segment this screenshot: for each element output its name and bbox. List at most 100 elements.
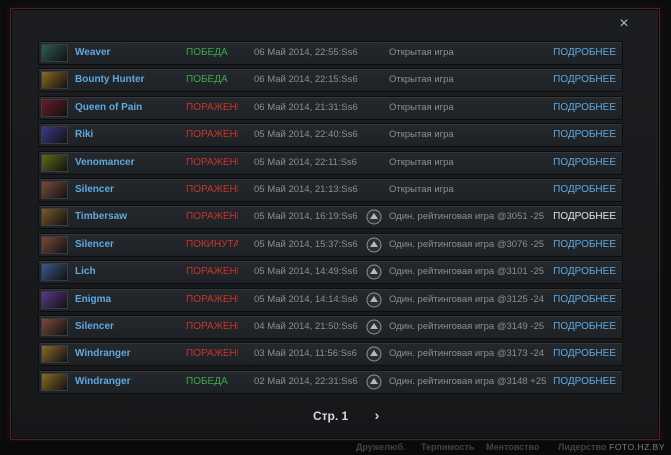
match-row[interactable]: Windranger ПОБЕДА 02 Май 2014, 22:31:Ss6 Од… xyxy=(38,370,623,394)
hero-name-link[interactable]: Silencer xyxy=(75,239,175,250)
match-row[interactable]: Silencer ПОРАЖЕНИ 04 Май 2014, 21:50:Ss6 Од… xyxy=(38,315,623,339)
ranked-icon xyxy=(366,374,382,390)
match-date: 06 Май 2014, 22:55:Ss6 xyxy=(254,47,358,58)
details-link[interactable]: ПОДРОБНЕЕ xyxy=(553,47,616,58)
ranked-icon xyxy=(366,209,382,225)
match-date: 05 Май 2014, 16:19:Ss6 xyxy=(254,211,358,222)
hero-portrait xyxy=(41,154,68,172)
match-date: 05 Май 2014, 14:49:Ss6 xyxy=(254,266,358,277)
hero-portrait xyxy=(41,345,68,363)
game-mode: Открытая игра xyxy=(389,129,454,140)
details-link[interactable]: ПОДРОБНЕЕ xyxy=(553,102,616,113)
match-result: ПОРАЖЕНИ xyxy=(186,184,238,195)
details-link[interactable]: ПОДРОБНЕЕ xyxy=(553,211,616,222)
hero-name-link[interactable]: Riki xyxy=(75,129,175,140)
match-row[interactable]: Silencer ПОРАЖЕНИ 05 Май 2014, 21:13:Ss6 От… xyxy=(38,178,623,202)
game-mode: Открытая игра xyxy=(389,74,454,85)
match-date: 05 Май 2014, 22:40:Ss6 xyxy=(254,129,358,140)
ranked-icon xyxy=(366,264,382,280)
hero-portrait xyxy=(41,263,68,281)
ranked-icon xyxy=(366,237,382,253)
match-result: ПОРАЖЕНИ xyxy=(186,294,238,305)
dialog-corner xyxy=(645,425,660,440)
game-mode: Один. рейтинговая игра @3149 -25 xyxy=(389,321,545,332)
hero-portrait xyxy=(41,71,68,89)
hero-name-link[interactable]: Bounty Hunter xyxy=(75,74,175,85)
game-mode: Один. рейтинговая игра @3101 -25 xyxy=(389,266,545,277)
match-row[interactable]: Windranger ПОРАЖЕНИ 03 Май 2014, 11:56:Ss6… xyxy=(38,342,623,366)
game-mode: Один. рейтинговая игра @3125 -24 xyxy=(389,294,545,305)
details-link[interactable]: ПОДРОБНЕЕ xyxy=(553,266,616,277)
hero-portrait xyxy=(41,208,68,226)
match-result: ПОБЕДА xyxy=(186,376,228,387)
next-page-button[interactable]: › xyxy=(370,407,384,423)
hero-portrait xyxy=(41,318,68,336)
match-result: ПОРАЖЕНИ xyxy=(186,129,238,140)
match-result: ПОРАЖЕНИ xyxy=(186,348,238,359)
match-result: ПОРАЖЕНИ xyxy=(186,266,238,277)
match-date: 05 Май 2014, 21:13:Ss6 xyxy=(254,184,358,195)
bottom-tab-tolerance[interactable]: Терпимость xyxy=(421,442,474,452)
match-date: 06 Май 2014, 21:31:Ss6 xyxy=(254,102,358,113)
match-row[interactable]: Riki ПОРАЖЕНИ 05 Май 2014, 22:40:Ss6 Открыт… xyxy=(38,123,623,147)
dialog-corner xyxy=(10,425,25,440)
match-row[interactable]: Enigma ПОРАЖЕНИ 05 Май 2014, 14:14:Ss6 Один… xyxy=(38,288,623,312)
bottom-tab-mentorship[interactable]: Ментовство xyxy=(486,442,539,452)
bottom-tab-leadership[interactable]: Лидерство xyxy=(558,442,606,452)
page-label: Стр. 1 xyxy=(313,409,349,423)
details-link[interactable]: ПОДРОБНЕЕ xyxy=(553,376,616,387)
hero-name-link[interactable]: Enigma xyxy=(75,294,175,305)
match-result: ПОРАЖЕНИ xyxy=(186,102,238,113)
hero-name-link[interactable]: Windranger xyxy=(75,348,175,359)
hero-name-link[interactable]: Venomancer xyxy=(75,157,175,168)
hero-name-link[interactable]: Timbersaw xyxy=(75,211,175,222)
ranked-icon xyxy=(366,346,382,362)
hero-portrait xyxy=(41,126,68,144)
match-row[interactable]: Silencer ПОКИНУТА 05 Май 2014, 15:37:Ss6 Од… xyxy=(38,233,623,257)
hero-name-link[interactable]: Silencer xyxy=(75,184,175,195)
match-row[interactable]: Lich ПОРАЖЕНИ 05 Май 2014, 14:49:Ss6 Один. … xyxy=(38,260,623,284)
details-link[interactable]: ПОДРОБНЕЕ xyxy=(553,157,616,168)
hero-name-link[interactable]: Silencer xyxy=(75,321,175,332)
hero-portrait xyxy=(41,99,68,117)
details-link[interactable]: ПОДРОБНЕЕ xyxy=(553,239,616,250)
close-icon[interactable]: × xyxy=(617,16,631,32)
details-link[interactable]: ПОДРОБНЕЕ xyxy=(553,74,616,85)
details-link[interactable]: ПОДРОБНЕЕ xyxy=(553,294,616,305)
game-mode: Открытая игра xyxy=(389,102,454,113)
match-row[interactable]: Queen of Pain ПОРАЖЕНИ 06 Май 2014, 21:31:… xyxy=(38,96,623,120)
hero-portrait xyxy=(41,44,68,62)
match-date: 03 Май 2014, 11:56:Ss6 xyxy=(254,348,357,359)
match-date: 02 Май 2014, 22:31:Ss6 xyxy=(254,376,358,387)
ranked-icon xyxy=(366,319,382,335)
match-date: 04 Май 2014, 21:50:Ss6 xyxy=(254,321,358,332)
match-row[interactable]: Timbersaw ПОРАЖЕНИ 05 Май 2014, 16:19:Ss6 О… xyxy=(38,205,623,229)
match-result: ПОКИНУТА xyxy=(186,239,238,250)
game-mode: Один. рейтинговая игра @3173 -24 xyxy=(389,348,545,359)
match-row[interactable]: Bounty Hunter ПОБЕДА 06 Май 2014, 22:15:Ss… xyxy=(38,68,623,92)
dialog-corner xyxy=(10,8,25,23)
hero-name-link[interactable]: Queen of Pain xyxy=(75,102,175,113)
details-link[interactable]: ПОДРОБНЕЕ xyxy=(553,129,616,140)
details-link[interactable]: ПОДРОБНЕЕ xyxy=(553,321,616,332)
hero-name-link[interactable]: Weaver xyxy=(75,47,175,58)
hero-portrait xyxy=(41,181,68,199)
hero-name-link[interactable]: Windranger xyxy=(75,376,175,387)
hero-name-link[interactable]: Lich xyxy=(75,266,175,277)
dialog-corner xyxy=(645,8,660,23)
match-result: ПОРАЖЕНИ xyxy=(186,157,238,168)
game-mode: Открытая игра xyxy=(389,157,454,168)
match-date: 05 Май 2014, 14:14:Ss6 xyxy=(254,294,358,305)
match-result: ПОБЕДА xyxy=(186,47,228,58)
hero-portrait xyxy=(41,291,68,309)
match-row[interactable]: Venomancer ПОРАЖЕНИ 05 Май 2014, 22:11:Ss6… xyxy=(38,151,623,175)
bottom-tab-friendly[interactable]: Дружелюб. xyxy=(356,442,406,452)
details-link[interactable]: ПОДРОБНЕЕ xyxy=(553,184,616,195)
match-result: ПОРАЖЕНИ xyxy=(186,321,238,332)
hero-portrait xyxy=(41,236,68,254)
match-row[interactable]: Weaver ПОБЕДА 06 Май 2014, 22:55:Ss6 Открыт… xyxy=(38,41,623,65)
game-mode: Открытая игра xyxy=(389,47,454,58)
match-result: ПОРАЖЕНИ xyxy=(186,211,238,222)
match-date: 05 Май 2014, 15:37:Ss6 xyxy=(254,239,358,250)
details-link[interactable]: ПОДРОБНЕЕ xyxy=(553,348,616,359)
